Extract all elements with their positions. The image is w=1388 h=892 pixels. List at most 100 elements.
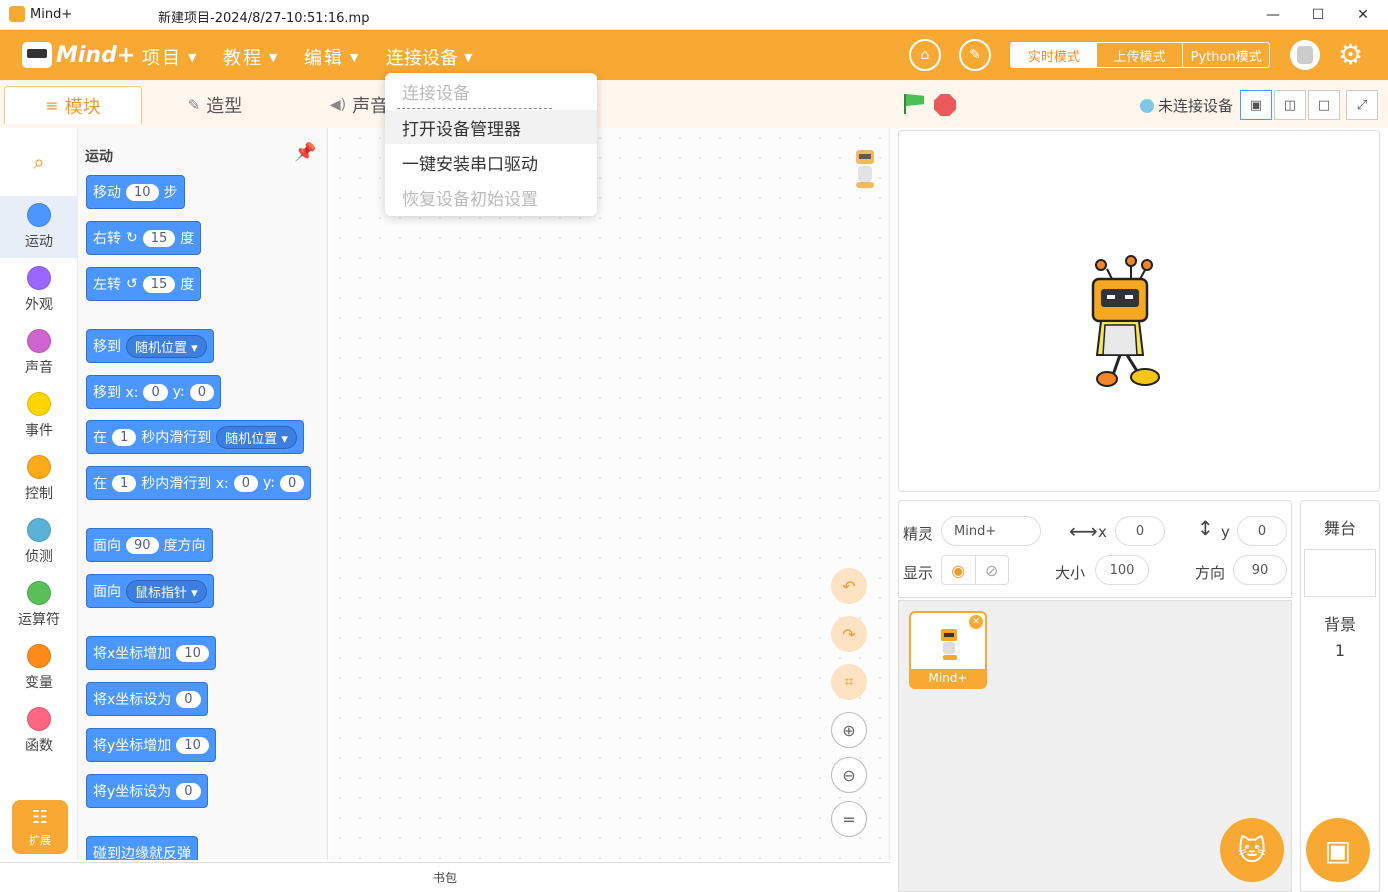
block-input[interactable]: 15 xyxy=(142,275,176,293)
mode-python[interactable]: Python模式 xyxy=(1182,43,1269,67)
block-bounce[interactable]: 碰到边缘就反弹 xyxy=(86,836,198,860)
small-stage-icon[interactable]: ▣ xyxy=(1240,90,1272,120)
block-input[interactable]: 10 xyxy=(176,644,209,662)
add-backdrop-icon[interactable]: ▣ xyxy=(1306,818,1370,882)
category-variables[interactable]: 变量 xyxy=(0,637,78,699)
eye-icon[interactable]: ◉ xyxy=(942,556,976,584)
block-set-x[interactable]: 将x坐标设为 0 xyxy=(86,682,208,716)
category-control[interactable]: 控制 xyxy=(0,448,78,510)
backpack-bar[interactable]: 书包 xyxy=(0,862,890,892)
block-point-towards[interactable]: 面向 鼠标指针 ▾ xyxy=(86,574,214,608)
menu-connect-device[interactable]: 连接设备 ▼ xyxy=(386,44,472,70)
blocks-icon: ≡ xyxy=(45,96,59,115)
normal-stage-icon[interactable]: ◫ xyxy=(1274,90,1306,120)
edit-pencil-icon[interactable]: ✎ xyxy=(959,39,991,71)
mindplus-robot-sprite[interactable] xyxy=(1085,255,1165,391)
block-text: 度方向 xyxy=(163,538,206,554)
close-button[interactable]: ✕ xyxy=(1340,0,1386,30)
sprite-name-input[interactable]: Mind+ xyxy=(941,516,1041,546)
app-name: Mind+ xyxy=(30,7,73,22)
document-title: 新建项目-2024/8/27-10:51:16.mp xyxy=(158,11,370,26)
connect-device-dropdown: 连接设备 打开设备管理器 一键安装串口驱动 恢复设备初始设置 xyxy=(385,73,597,216)
block-change-y[interactable]: 将y坐标增加 10 xyxy=(86,728,216,762)
block-point-direction[interactable]: 面向 90 度方向 xyxy=(86,528,213,562)
add-sprite-icon[interactable]: 🐱 xyxy=(1220,818,1284,882)
looks-dot-icon xyxy=(27,266,51,290)
zoom-in-icon[interactable]: ⊕ xyxy=(831,712,867,748)
mode-upload[interactable]: 上传模式 xyxy=(1097,43,1183,67)
block-dropdown[interactable]: 鼠标指针 ▾ xyxy=(126,579,207,603)
menu-tutorial[interactable]: 教程 ▼ xyxy=(223,44,279,70)
undo-icon[interactable]: ↶ xyxy=(831,568,867,604)
tab-blocks[interactable]: ≡ 模块 xyxy=(4,86,142,124)
category-functions[interactable]: 函数 xyxy=(0,700,78,762)
menu-install-serial-driver[interactable]: 一键安装串口驱动 xyxy=(385,145,597,179)
block-input[interactable]: 1 xyxy=(112,474,137,492)
block-text: 面向 xyxy=(93,538,121,554)
block-goto-xy[interactable]: 移到 x: 0 y: 0 xyxy=(86,375,221,409)
zoom-out-icon[interactable]: ⊖ xyxy=(831,757,867,793)
eye-slash-icon[interactable]: ⊘ xyxy=(976,556,1009,584)
block-input[interactable]: 0 xyxy=(176,690,201,708)
mindplus-logo[interactable]: Mind+ xyxy=(22,38,135,72)
block-dropdown[interactable]: 随机位置 ▾ xyxy=(126,334,207,358)
block-move-steps[interactable]: 移动 10 步 xyxy=(86,175,185,209)
menu-project[interactable]: 项目 ▼ xyxy=(142,44,198,70)
size-input[interactable]: 100 xyxy=(1095,555,1149,585)
crop-icon[interactable]: ⌗ xyxy=(831,664,867,700)
user-avatar[interactable] xyxy=(1290,40,1320,70)
category-events[interactable]: 事件 xyxy=(0,385,78,447)
zoom-reset-icon[interactable]: = xyxy=(831,801,867,837)
large-stage-icon[interactable]: □ xyxy=(1308,90,1340,120)
block-goto[interactable]: 移到 随机位置 ▾ xyxy=(86,329,214,363)
block-input[interactable]: 0 xyxy=(143,383,168,401)
category-sensing[interactable]: 侦测 xyxy=(0,511,78,573)
delete-sprite-icon[interactable]: ✕ xyxy=(969,615,983,629)
menu-open-device-manager[interactable]: 打开设备管理器 xyxy=(385,110,597,144)
block-input[interactable]: 10 xyxy=(126,183,159,201)
block-glide-xy[interactable]: 在 1 秒内滑行到 x: 0 y: 0 xyxy=(86,466,312,500)
fullscreen-icon[interactable]: ⤢ xyxy=(1346,90,1378,120)
mode-realtime[interactable]: 实时模式 xyxy=(1011,43,1097,67)
block-input[interactable]: 0 xyxy=(176,782,201,800)
pin-icon[interactable]: 📌 xyxy=(294,142,316,163)
category-sound[interactable]: 声音 xyxy=(0,322,78,384)
script-workspace[interactable]: ↶ ↷ ⌗ ⊕ ⊖ = xyxy=(330,128,890,860)
stage-thumbnail[interactable] xyxy=(1304,549,1376,597)
sprite-thumbnail[interactable]: ✕ Mind+ xyxy=(909,611,987,689)
block-set-y[interactable]: 将y坐标设为 0 xyxy=(86,774,208,808)
sprite-thumb-label: Mind+ xyxy=(911,669,985,687)
block-dropdown[interactable]: 随机位置 ▾ xyxy=(216,425,297,449)
maximize-button[interactable]: ☐ xyxy=(1295,0,1341,30)
block-turn-right[interactable]: 右转 ↻ 15 度 xyxy=(86,221,202,255)
learning-icon[interactable]: ⌂ xyxy=(909,39,941,71)
extension-button[interactable]: ☷ 扩展 xyxy=(12,800,68,854)
category-looks[interactable]: 外观 xyxy=(0,259,78,321)
redo-icon[interactable]: ↷ xyxy=(831,616,867,652)
tab-costumes[interactable]: ✎ 造型 xyxy=(146,86,284,124)
category-operators[interactable]: 运算符 xyxy=(0,574,78,636)
search-icon[interactable]: ⌕ xyxy=(27,150,51,174)
block-input[interactable]: 0 xyxy=(233,474,259,492)
direction-input[interactable]: 90 xyxy=(1233,555,1287,585)
block-input[interactable]: 1 xyxy=(112,428,137,446)
block-input[interactable]: 90 xyxy=(126,536,159,554)
block-input[interactable]: 10 xyxy=(176,736,209,754)
block-input[interactable]: 0 xyxy=(189,383,214,401)
window-titlebar: Mind+ 新建项目-2024/8/27-10:51:16.mp — ☐ ✕ xyxy=(0,0,1388,30)
minimize-button[interactable]: — xyxy=(1250,0,1296,30)
menu-edit[interactable]: 编辑 ▼ xyxy=(304,44,360,70)
block-change-x[interactable]: 将x坐标增加 10 xyxy=(86,636,216,670)
stop-icon[interactable] xyxy=(934,94,956,116)
block-glide-to[interactable]: 在 1 秒内滑行到 随机位置 ▾ xyxy=(86,420,304,454)
category-motion[interactable]: 运动 xyxy=(0,196,78,258)
settings-gear-icon[interactable]: ⚙ xyxy=(1338,38,1363,72)
y-input[interactable]: 0 xyxy=(1237,516,1287,546)
block-input[interactable]: 0 xyxy=(280,474,305,492)
stage-canvas[interactable] xyxy=(898,130,1380,492)
green-flag-icon[interactable] xyxy=(902,92,926,116)
block-input[interactable]: 15 xyxy=(142,229,176,247)
block-turn-left[interactable]: 左转 ↺ 15 度 xyxy=(86,267,202,301)
x-input[interactable]: 0 xyxy=(1115,516,1165,546)
tab-blocks-label: 模块 xyxy=(64,96,101,118)
